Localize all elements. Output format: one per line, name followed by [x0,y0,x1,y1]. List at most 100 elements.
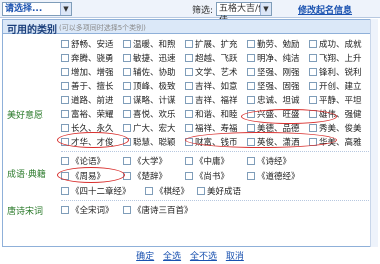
option-item[interactable]: 兴盛、旺盛 [247,108,300,120]
checkbox[interactable] [247,157,255,165]
option-item[interactable]: 吉祥、福祥 [185,94,238,106]
checkbox[interactable] [145,187,153,195]
checkbox[interactable] [185,172,193,180]
checkbox[interactable] [123,40,131,48]
option-item[interactable]: 和谐、和睦 [185,108,238,120]
option-item[interactable]: 雄伟、强健 [309,108,362,120]
option-item[interactable]: 顶峰、极致 [123,80,176,92]
option-item[interactable]: 《四十二章经》 [61,185,131,197]
option-item[interactable]: 平静、平坦 [309,94,362,106]
select-all-button[interactable]: 全选 [163,252,181,262]
checkbox[interactable] [309,138,317,146]
option-item[interactable]: 吉祥、如意 [185,80,238,92]
select-none-button[interactable]: 全不选 [190,252,217,262]
cancel-button[interactable]: 取消 [226,252,244,262]
checkbox[interactable] [61,187,69,195]
option-item[interactable]: 喜悦、欢乐 [123,108,176,120]
checkbox[interactable] [123,96,131,104]
option-item[interactable]: 飞翔、上升 [309,52,362,64]
checkbox[interactable] [185,96,193,104]
checkbox[interactable] [247,110,255,118]
checkbox[interactable] [123,157,131,165]
checkbox[interactable] [123,124,131,132]
checkbox[interactable] [247,172,255,180]
checkbox[interactable] [61,68,69,76]
option-item[interactable]: 《论语》 [61,155,105,167]
checkbox[interactable] [61,96,69,104]
modify-naming-info-link[interactable]: 修改起名信息 [298,3,352,16]
checkbox[interactable] [123,206,131,214]
option-item[interactable]: 增加、增强 [61,66,114,78]
checkbox[interactable] [247,124,255,132]
checkbox[interactable] [61,172,69,180]
checkbox[interactable] [185,82,193,90]
option-item[interactable]: 英俊、潇洒 [247,136,300,148]
option-item[interactable]: 美好成语 [197,185,241,197]
checkbox[interactable] [123,138,131,146]
checkbox[interactable] [309,68,317,76]
option-item[interactable]: 才华、才俊 [61,136,114,148]
checkbox[interactable] [61,82,69,90]
option-item[interactable]: 勤劳、勉励 [247,38,300,50]
option-item[interactable]: 美德、品德 [247,122,300,134]
checkbox[interactable] [185,110,193,118]
checkbox[interactable] [247,54,255,62]
option-item[interactable]: 超越、飞跃 [185,52,238,64]
confirm-button[interactable]: 确定 [136,252,154,262]
option-item[interactable]: 扩展、扩充 [185,38,238,50]
checkbox[interactable] [61,54,69,62]
option-item[interactable]: 《尚书》 [185,170,229,182]
option-item[interactable]: 道路、前进 [61,94,114,106]
checkbox[interactable] [61,110,69,118]
checkbox[interactable] [123,54,131,62]
checkbox[interactable] [123,82,131,90]
option-item[interactable]: 《周易》 [61,170,105,182]
option-item[interactable]: 华美、高雅 [309,136,362,148]
option-item[interactable]: 《唐诗三百首》 [123,204,193,216]
category-prompt-select[interactable]: 请选择... ▼ [2,2,72,16]
option-item[interactable]: 福祥、寿福 [185,122,238,134]
option-item[interactable]: 《全宋词》 [61,204,114,216]
checkbox[interactable] [197,187,205,195]
option-item[interactable]: 长久、永久 [61,122,114,134]
filter-select[interactable]: 五格大吉/佳佳 ▼ [216,2,272,26]
option-item[interactable]: 敏捷、迅速 [123,52,176,64]
option-item[interactable]: 坚强、刚强 [247,66,300,78]
checkbox[interactable] [309,54,317,62]
checkbox[interactable] [309,82,317,90]
option-item[interactable]: 广大、宏大 [123,122,176,134]
option-item[interactable]: 《楚辞》 [123,170,167,182]
checkbox[interactable] [61,138,69,146]
option-item[interactable]: 奔腾、骁勇 [61,52,114,64]
checkbox[interactable] [185,157,193,165]
checkbox[interactable] [309,124,317,132]
option-item[interactable]: 明净、纯洁 [247,52,300,64]
checkbox[interactable] [61,206,69,214]
panel-scrollbar[interactable] [370,19,378,247]
checkbox[interactable] [309,110,317,118]
option-item[interactable]: 财富、钱币 [185,136,238,148]
checkbox[interactable] [247,68,255,76]
checkbox[interactable] [309,96,317,104]
option-item[interactable]: 辅佐、协助 [123,66,176,78]
option-item[interactable]: 温暖、和煦 [123,38,176,50]
checkbox[interactable] [123,172,131,180]
option-item[interactable]: 《中庸》 [185,155,229,167]
checkbox[interactable] [61,40,69,48]
option-item[interactable]: 《道德经》 [247,170,300,182]
checkbox[interactable] [247,96,255,104]
checkbox[interactable] [309,40,317,48]
option-item[interactable]: 坚强、固强 [247,80,300,92]
option-item[interactable]: 秀美、俊美 [309,122,362,134]
option-item[interactable]: 《大学》 [123,155,167,167]
option-item[interactable]: 文学、艺术 [185,66,238,78]
checkbox[interactable] [185,40,193,48]
checkbox[interactable] [123,68,131,76]
checkbox[interactable] [61,124,69,132]
checkbox[interactable] [247,40,255,48]
checkbox[interactable] [247,138,255,146]
checkbox[interactable] [185,138,193,146]
checkbox[interactable] [61,157,69,165]
checkbox[interactable] [185,68,193,76]
option-item[interactable]: 《诗经》 [247,155,291,167]
